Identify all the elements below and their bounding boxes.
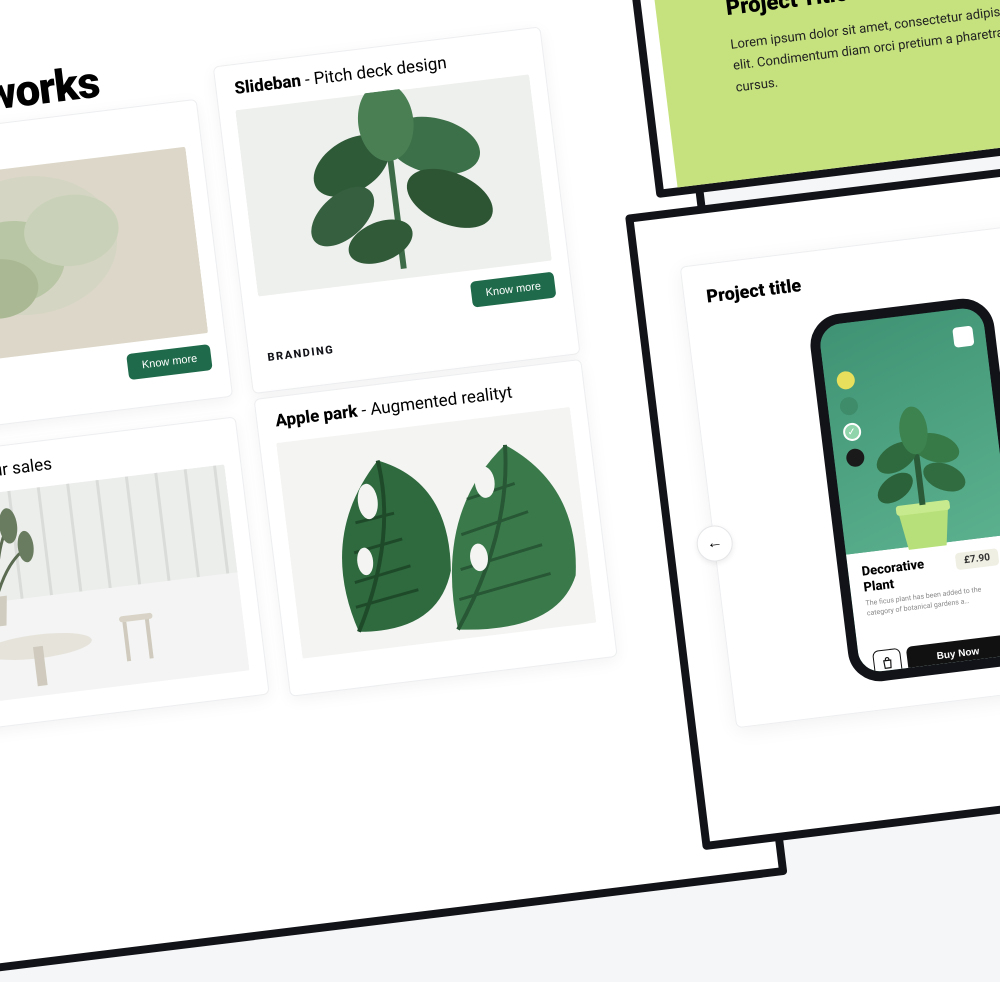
project-title: Project title — [705, 241, 1000, 308]
product-image — [855, 389, 984, 561]
swatch-yellow[interactable] — [835, 370, 855, 390]
phone-mockup: ✓ — [806, 295, 1000, 685]
card-slideban-image — [235, 73, 552, 298]
card-sales[interactable]: Track your sales — [0, 416, 270, 734]
prev-arrow-button[interactable]: ← — [695, 523, 735, 563]
arrow-left-icon: ← — [706, 534, 724, 554]
check-icon: ✓ — [847, 426, 857, 438]
know-more-button[interactable]: Know more — [470, 272, 556, 308]
card-apple-image — [276, 406, 597, 660]
phone-info: Decorative Plant £7.90 The ficus plant h… — [846, 535, 1000, 685]
lime-panel: Project Title Lorem ipsum dolor sit amet… — [625, 0, 1000, 198]
project-card: Project title ← ✓ — [680, 215, 1000, 728]
price-badge: £7.90 — [955, 548, 999, 570]
phone-hero: ✓ — [818, 306, 1000, 554]
know-more-button[interactable]: Know more — [127, 344, 213, 380]
avatar[interactable] — [952, 326, 974, 348]
card-slideban[interactable]: Slideban - Pitch deck design Know more B… — [213, 26, 581, 394]
card-sales-image — [0, 463, 250, 708]
buy-now-button[interactable]: Buy Now — [905, 635, 1000, 674]
card-video-image — [0, 146, 208, 371]
bag-icon — [879, 655, 895, 671]
wishlist-button[interactable] — [871, 648, 902, 678]
card-video[interactable]: g video app Know more — [0, 99, 233, 437]
card-apple[interactable]: Apple park - Augmented realityt — [254, 359, 618, 697]
